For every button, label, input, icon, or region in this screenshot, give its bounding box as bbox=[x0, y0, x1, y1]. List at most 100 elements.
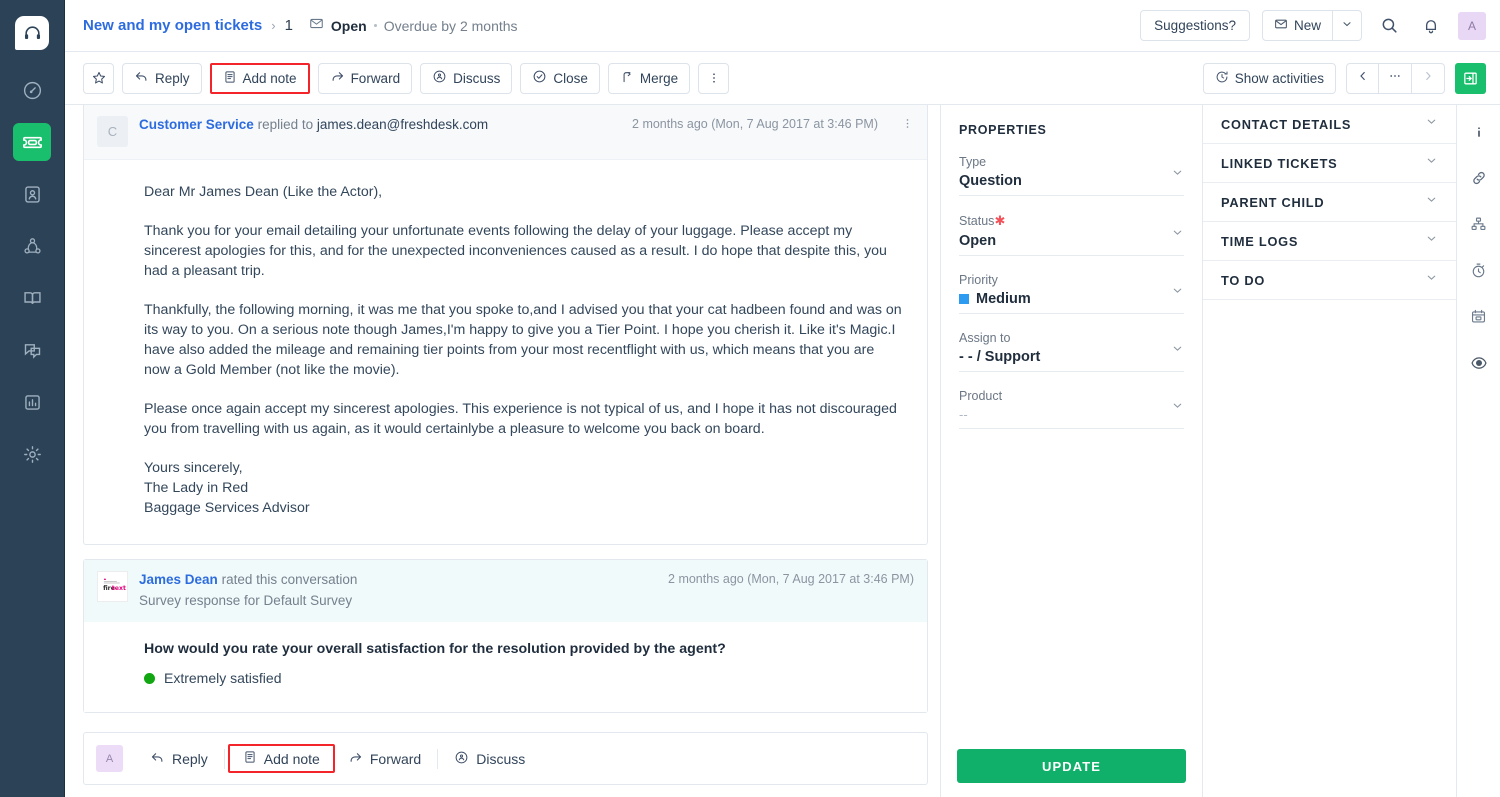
survey-author[interactable]: James Dean bbox=[139, 572, 218, 587]
merge-button[interactable]: Merge bbox=[607, 62, 691, 94]
sidebar-item-admin[interactable] bbox=[13, 435, 51, 473]
reply-button[interactable]: Reply bbox=[122, 62, 202, 94]
discuss-button[interactable]: Discuss bbox=[420, 62, 513, 94]
reply-action: replied to bbox=[257, 117, 314, 132]
survey-card-body: How would you rate your overall satisfac… bbox=[84, 622, 927, 712]
chevron-down-icon[interactable] bbox=[1171, 166, 1184, 184]
sidebar-item-tickets[interactable] bbox=[13, 123, 51, 161]
reply-timestamp: 2 months ago (Mon, 7 Aug 2017 at 3:46 PM… bbox=[632, 117, 878, 131]
section-parent-child[interactable]: PARENT CHILD bbox=[1203, 183, 1456, 222]
previous-ticket-button[interactable] bbox=[1346, 62, 1379, 94]
search-icon[interactable] bbox=[1374, 11, 1404, 41]
update-button[interactable]: UPDATE bbox=[957, 749, 1186, 783]
chevron-right-icon bbox=[1422, 69, 1434, 87]
field-label: Priority bbox=[959, 273, 998, 287]
conversation-column: C Customer Service replied to james.dean… bbox=[65, 105, 940, 797]
kebab-vertical-icon[interactable] bbox=[901, 116, 914, 135]
field-priority[interactable]: Priority Medium bbox=[959, 273, 1184, 314]
new-ticket-label: New bbox=[1293, 18, 1321, 33]
section-contact-details[interactable]: CONTACT DETAILS bbox=[1203, 105, 1456, 144]
ticket-toolbar: Reply Add note Forward Discuss Close Mer… bbox=[65, 52, 1500, 105]
survey-header-line: James Dean rated this conversation bbox=[139, 571, 657, 589]
calendar-todo-icon[interactable] bbox=[1466, 303, 1492, 329]
chevron-down-icon[interactable] bbox=[1171, 284, 1184, 302]
chevron-left-icon bbox=[1357, 69, 1369, 87]
chevron-down-icon[interactable] bbox=[1171, 342, 1184, 360]
dot-separator bbox=[373, 24, 377, 27]
properties-title: PROPERTIES bbox=[959, 123, 1047, 137]
divider bbox=[437, 748, 439, 769]
field-value: Open bbox=[959, 233, 997, 249]
add-note-button[interactable]: Add note bbox=[209, 62, 310, 94]
reply-arrow-icon bbox=[134, 69, 149, 87]
signature-line: Yours sincerely, bbox=[144, 460, 243, 476]
envelope-icon bbox=[1274, 17, 1288, 34]
survey-subtitle: Survey response for Default Survey bbox=[139, 593, 353, 608]
breadcrumb-link[interactable]: New and my open tickets bbox=[83, 17, 262, 34]
reply-bar-forward-button[interactable]: Forward bbox=[335, 745, 434, 773]
new-ticket-button[interactable]: New bbox=[1261, 10, 1333, 41]
forward-button[interactable]: Forward bbox=[317, 62, 413, 94]
info-icon[interactable] bbox=[1466, 119, 1492, 145]
collapse-panel-icon[interactable] bbox=[1455, 62, 1486, 94]
sidebar-item-reports[interactable] bbox=[13, 383, 51, 421]
reply-bar-add-note-button[interactable]: Add note bbox=[227, 744, 335, 773]
reply-bar-reply-button[interactable]: Reply bbox=[137, 745, 221, 773]
sidebar-item-customers[interactable] bbox=[13, 227, 51, 265]
svg-text:text: text bbox=[112, 585, 126, 592]
chevron-down-icon[interactable] bbox=[1171, 226, 1184, 244]
field-status[interactable]: Status✱ Open bbox=[959, 213, 1184, 256]
reply-author[interactable]: Customer Service bbox=[139, 117, 254, 132]
contacts-person-icon bbox=[22, 184, 43, 205]
ticket-id: 1 bbox=[284, 17, 293, 34]
status-badge: Open bbox=[330, 17, 367, 34]
hierarchy-icon[interactable] bbox=[1466, 211, 1492, 237]
field-product[interactable]: Product -- bbox=[959, 389, 1184, 429]
sidebar-item-solutions[interactable] bbox=[13, 279, 51, 317]
sidebar-item-contacts[interactable] bbox=[13, 175, 51, 213]
close-button[interactable]: Close bbox=[520, 62, 600, 94]
eye-scanner-icon[interactable] bbox=[1466, 349, 1492, 375]
properties-panel: PROPERTIES Type Question Status✱ Open Pr… bbox=[940, 105, 1202, 797]
chevron-down-icon bbox=[1425, 271, 1438, 289]
left-nav-rail bbox=[0, 0, 65, 797]
field-assign-to[interactable]: Assign to - - / Support bbox=[959, 331, 1184, 372]
toolbar-left-group: Reply Add note Forward Discuss Close Mer… bbox=[83, 62, 730, 94]
section-to-do[interactable]: TO DO bbox=[1203, 261, 1456, 300]
new-ticket-split-button: New bbox=[1261, 10, 1362, 41]
properties-fields: PROPERTIES Type Question Status✱ Open Pr… bbox=[941, 105, 1202, 735]
notification-bell-icon[interactable] bbox=[1416, 11, 1446, 41]
note-document-icon bbox=[223, 70, 237, 87]
note-document-icon bbox=[243, 750, 257, 767]
reply-paragraph: Please once again accept my sincerest ap… bbox=[144, 401, 897, 437]
forward-arrow-icon bbox=[330, 69, 345, 87]
section-linked-tickets[interactable]: LINKED TICKETS bbox=[1203, 144, 1456, 183]
ellipsis-icon bbox=[1388, 69, 1402, 88]
section-label: CONTACT DETAILS bbox=[1221, 116, 1352, 132]
chevron-down-icon bbox=[1425, 193, 1438, 211]
stopwatch-icon[interactable] bbox=[1466, 257, 1492, 283]
field-value: Medium bbox=[976, 291, 1031, 307]
suggestions-button[interactable]: Suggestions? bbox=[1140, 10, 1250, 41]
reply-bar-discuss-button[interactable]: Discuss bbox=[441, 745, 538, 773]
customers-network-icon bbox=[22, 236, 43, 257]
new-ticket-dropdown-toggle[interactable] bbox=[1333, 10, 1362, 41]
section-time-logs[interactable]: TIME LOGS bbox=[1203, 222, 1456, 261]
field-type[interactable]: Type Question bbox=[959, 155, 1184, 196]
section-label: TIME LOGS bbox=[1221, 233, 1299, 249]
kebab-vertical-icon[interactable] bbox=[698, 62, 730, 94]
user-avatar[interactable]: A bbox=[1458, 11, 1486, 40]
link-chain-icon[interactable] bbox=[1466, 165, 1492, 191]
chevron-down-icon[interactable] bbox=[1171, 399, 1184, 417]
sidebar-item-dashboard[interactable] bbox=[13, 71, 51, 109]
conversation-scroll[interactable]: C Customer Service replied to james.dean… bbox=[83, 105, 928, 732]
pager-more-button[interactable] bbox=[1379, 62, 1412, 94]
sidebar-item-forums[interactable] bbox=[13, 331, 51, 369]
survey-header-text: James Dean rated this conversation Surve… bbox=[139, 571, 657, 610]
field-value-row: Medium bbox=[959, 291, 1184, 307]
show-activities-button[interactable]: Show activities bbox=[1202, 62, 1336, 94]
check-circle-icon bbox=[532, 69, 547, 87]
star-outline-icon[interactable] bbox=[83, 62, 114, 94]
headset-logo-icon[interactable] bbox=[15, 16, 49, 50]
next-ticket-button[interactable] bbox=[1412, 62, 1445, 94]
